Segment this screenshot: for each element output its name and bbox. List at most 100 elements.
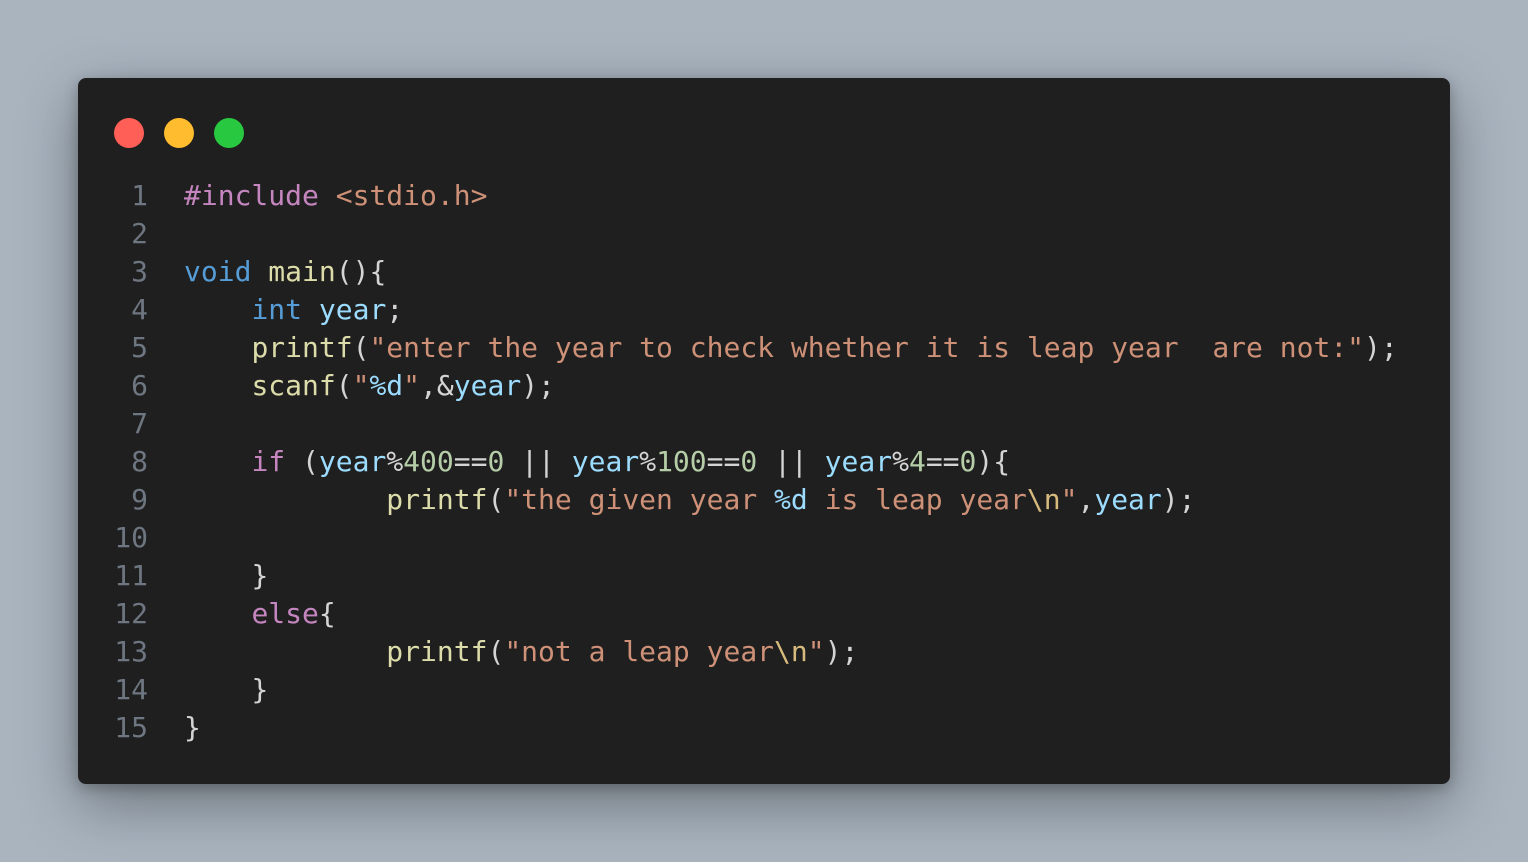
line-content: }	[184, 709, 201, 747]
code-line: 11 }	[78, 557, 1450, 595]
code-token-function: printf	[386, 483, 488, 516]
code-token-string: "	[403, 369, 421, 402]
code-token-plain: (	[352, 331, 370, 364]
line-content: void main(){	[184, 253, 386, 291]
code-token-number: 400	[403, 445, 454, 478]
code-token-plain: ==	[925, 445, 960, 478]
code-line: 7	[78, 405, 1450, 443]
code-token-plain: );	[1364, 331, 1398, 364]
line-number: 13	[114, 635, 148, 668]
line-number: 12	[114, 597, 148, 630]
code-token-function: printf	[386, 635, 488, 668]
line-content: if (year%400==0 || year%100==0 || year%4…	[184, 443, 1010, 481]
code-token-plain: );	[1161, 483, 1196, 516]
code-token-plain: (	[487, 635, 505, 668]
code-token-variable: year	[571, 445, 640, 478]
line-content: }	[184, 557, 268, 595]
code-window: 1 #include <stdio.h> 2 3 void main(){4 int y…	[78, 78, 1450, 784]
code-token-plain: (	[285, 445, 319, 478]
maximize-button[interactable]	[214, 118, 244, 148]
code-line: 4 int year;	[78, 291, 1450, 329]
line-content: int year;	[184, 291, 403, 329]
line-content: scanf("%d",&year);	[184, 367, 555, 405]
close-button[interactable]	[114, 118, 144, 148]
code-token-string: "	[1060, 483, 1078, 516]
code-token-string: "	[807, 635, 825, 668]
code-token-plain: (){	[335, 255, 387, 288]
code-token-plain: ||	[504, 445, 572, 478]
window-controls	[114, 118, 244, 148]
line-number: 2	[131, 217, 148, 250]
line-number: 1	[131, 179, 148, 212]
line-number: 9	[131, 483, 148, 516]
code-token-plain: );	[824, 635, 859, 668]
line-number: 14	[114, 673, 148, 706]
code-line: 9 printf("the given year %d is leap year…	[78, 481, 1450, 519]
code-token-string: is leap year	[807, 483, 1027, 516]
code-line: 2	[78, 215, 1450, 253]
code-token-plain: ){	[976, 445, 1011, 478]
line-number: 10	[114, 521, 148, 554]
code-token-plain: }	[251, 559, 269, 592]
code-token-escape: \n	[1026, 483, 1061, 516]
code-line: 5 printf("enter the year to check whethe…	[78, 329, 1450, 367]
code-token-plain: (	[335, 369, 353, 402]
code-token-function: scanf	[251, 369, 336, 402]
code-token-variable: year	[1094, 483, 1162, 516]
code-token-string: <stdio.h>	[335, 179, 488, 212]
line-content: printf("enter the year to check whether …	[184, 329, 1398, 367]
code-token-plain: }	[251, 673, 269, 706]
code-line: 13 printf("not a leap year\n");	[78, 633, 1450, 671]
code-line: 6 scanf("%d",&year);	[78, 367, 1450, 405]
code-line: 1 #include <stdio.h>	[78, 177, 1450, 215]
code-token-number: 0	[487, 445, 505, 478]
code-token-plain: );	[521, 369, 555, 402]
code-token-function: main	[268, 255, 336, 288]
code-token-keyword: else	[251, 597, 319, 630]
code-token-string: "	[352, 369, 370, 402]
code-token-variable: year	[318, 293, 387, 326]
code-token-format: %d	[774, 483, 808, 516]
code-token-plain: {	[318, 597, 336, 630]
line-content: #include <stdio.h>	[184, 177, 487, 215]
code-token-string: "not a leap year	[504, 635, 775, 668]
line-number: 4	[131, 293, 148, 326]
code-token-number: 4	[908, 445, 926, 478]
code-token-plain: ;	[386, 293, 404, 326]
line-number: 15	[114, 711, 148, 744]
code-token-plain: }	[184, 711, 201, 744]
line-number: 5	[131, 331, 148, 364]
code-token-type: void	[184, 255, 252, 288]
code-token-type: int	[251, 293, 303, 326]
line-content: printf("the given year %d is leap year\n…	[184, 481, 1196, 519]
code-token-number: 100	[656, 445, 707, 478]
code-token-plain: ,	[1077, 483, 1095, 516]
code-token-variable: year	[318, 445, 387, 478]
code-token-variable: year	[453, 369, 522, 402]
code-token-keyword: if	[251, 445, 286, 478]
code-line: 3 void main(){	[78, 253, 1450, 291]
code-token-keyword: #include	[184, 179, 319, 212]
code-token-number: 0	[740, 445, 758, 478]
line-number: 3	[131, 255, 148, 288]
code-token-plain: ,&	[420, 369, 454, 402]
code-token-plain: %	[892, 445, 909, 478]
code-token-plain: %	[386, 445, 404, 478]
code-line: 14 }	[78, 671, 1450, 709]
line-number: 6	[131, 369, 148, 402]
code-token-function: printf	[251, 331, 353, 364]
minimize-button[interactable]	[164, 118, 194, 148]
code-line: 10	[78, 519, 1450, 557]
code-token-plain: ||	[757, 445, 825, 478]
line-content: else{	[184, 595, 336, 633]
